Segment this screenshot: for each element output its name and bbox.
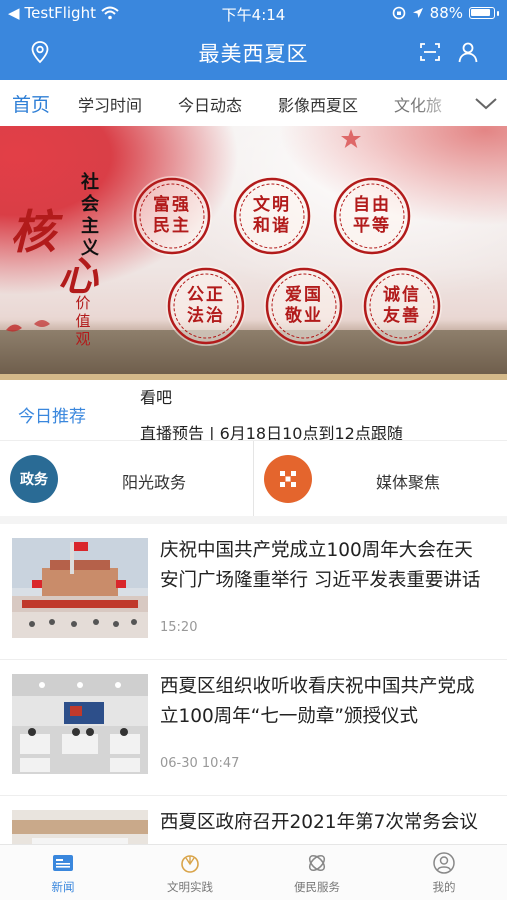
nav-convenience-services[interactable]: 便民服务 [257, 851, 377, 895]
hero-banner[interactable]: 社会主义 核 心 价值观 富强民主 文明和谐 自由平等 公正法治 爱国敬业 诚信… [0, 126, 507, 380]
star-icon [341, 129, 361, 148]
seal-fuqiang-minzhu: 富强民主 [132, 176, 212, 256]
battery-percent: 88% [429, 4, 463, 22]
news-time: 15:20 [160, 620, 198, 635]
news-thumbnail [12, 674, 148, 774]
seal-chengxin-youshan: 诚信友善 [362, 266, 442, 346]
nav-news[interactable]: 新闻 [3, 851, 123, 895]
media-focus-icon[interactable] [264, 455, 312, 503]
profile-icon [432, 851, 456, 875]
today-recommend[interactable]: 今日推荐 看吧 直播预告 | 6月18日10点到12点跟随 [0, 380, 507, 443]
scan-icon[interactable] [418, 40, 442, 64]
seal-ziyou-pingdeng: 自由平等 [332, 176, 412, 256]
seal-wenming-hexie: 文明和谐 [232, 176, 312, 256]
nav-news-label: 新闻 [51, 880, 75, 894]
status-right: 88% [392, 4, 499, 22]
news-icon [51, 851, 75, 875]
media-focus-link[interactable]: 媒体聚焦 [376, 469, 440, 493]
banner-calligraphy-bottom: 价值观 [75, 294, 91, 348]
recommend-headline-1[interactable]: 看吧 [140, 384, 172, 408]
sunshine-government-link[interactable]: 阳光政务 [122, 469, 186, 493]
chevron-down-icon[interactable] [473, 91, 499, 115]
nav-civilization-practice-label: 文明实践 [167, 880, 213, 894]
top-bar: ◀ TestFlight 下午4:14 88% 最美西夏区 [0, 0, 507, 80]
news-title: 庆祝中国共产党成立100周年大会在天安门广场隆重举行 习近平发表重要讲话 [160, 540, 481, 591]
quick-links: 政务 阳光政务 媒体聚焦 [0, 440, 507, 517]
app-header: 最美西夏区 [0, 26, 507, 80]
location-arrow-icon [412, 8, 423, 18]
nav-convenience-services-label: 便民服务 [294, 880, 340, 894]
civilization-practice-icon [178, 851, 202, 875]
nav-mine[interactable]: 我的 [384, 851, 504, 895]
news-item[interactable]: 西夏区组织收听收看庆祝中国共产党成立100周年“七一勋章”颁授仪式 06-30 … [0, 660, 507, 796]
user-icon[interactable] [456, 40, 480, 64]
news-item[interactable]: 庆祝中国共产党成立100周年大会在天安门广场隆重举行 习近平发表重要讲话 15:… [0, 524, 507, 660]
battery-icon [469, 7, 495, 19]
orientation-lock-icon [392, 6, 405, 20]
seal-aiguo-jingye: 爱国敬业 [264, 266, 344, 346]
news-time: 06-30 10:47 [160, 756, 240, 771]
category-tabs: 首页 学习时间 今日动态 影像西夏区 文化旅 [0, 80, 507, 126]
seal-gongzheng-fazhi: 公正法治 [166, 266, 246, 346]
banner-calligraphy-he: 核 [10, 205, 56, 259]
status-bar: ◀ TestFlight 下午4:14 88% [0, 0, 507, 26]
butterfly-decoration [6, 320, 50, 332]
nav-mine-label: 我的 [432, 880, 456, 894]
bottom-nav: 新闻 文明实践 便民服务 我的 [0, 844, 507, 900]
government-affairs-icon[interactable]: 政务 [10, 455, 58, 503]
news-title: 西夏区组织收听收看庆祝中国共产党成立100周年“七一勋章”颁授仪式 [160, 676, 475, 727]
tab-home[interactable]: 首页 [12, 90, 50, 117]
news-thumbnail [12, 538, 148, 638]
nav-civilization-practice[interactable]: 文明实践 [130, 851, 250, 895]
tab-study-time[interactable]: 学习时间 [78, 92, 142, 116]
news-title: 西夏区政府召开2021年第7次常务会议 [160, 812, 478, 833]
tab-xixia-images[interactable]: 影像西夏区 [278, 92, 358, 116]
tab-today-news[interactable]: 今日动态 [178, 92, 242, 116]
services-icon [305, 851, 329, 875]
recommend-label: 今日推荐 [18, 407, 86, 427]
